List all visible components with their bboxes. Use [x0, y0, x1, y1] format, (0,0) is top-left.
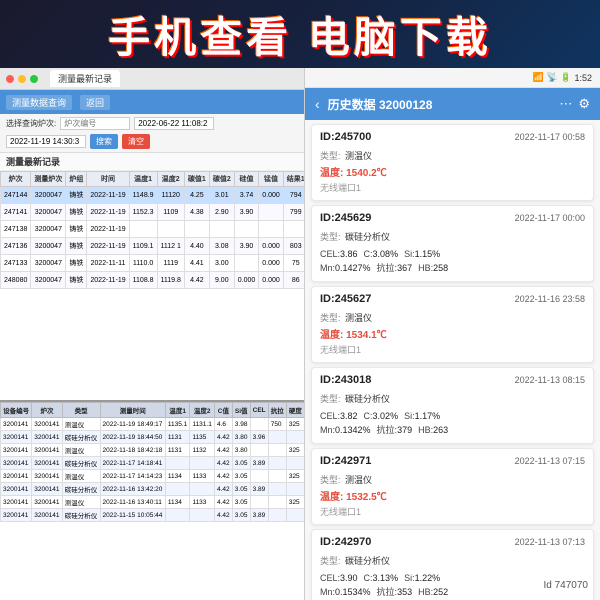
- record-date: 2022-11-16 23:58: [515, 294, 585, 304]
- status-time: 1:52: [574, 73, 592, 83]
- table-row: 32001413200141测温仪 2022-11-18 18:42:18 11…: [1, 444, 305, 457]
- main-content: 测量最新记录 测量数据查询 返回 选择查询炉次: 搜索 清空 测量最新记录 炉次: [0, 68, 600, 600]
- pc-filter-row: 选择查询炉次: 搜索 清空: [0, 114, 304, 153]
- pc-topbar: 测量最新记录: [0, 68, 304, 90]
- col-header-group: 炉组: [66, 172, 87, 187]
- table-row: 32001413200141碳硅分析仪 2022-11-16 13:42:20 …: [1, 483, 305, 496]
- table-row: 32001413200141测温仪 2022-11-19 18:49:17 11…: [1, 418, 305, 431]
- col-header-r1: 结果1: [283, 172, 304, 187]
- pc-section-title: 测量最新记录: [0, 153, 304, 171]
- filter-input-furnace[interactable]: [60, 117, 130, 130]
- record-date: 2022-11-17 00:58: [515, 132, 585, 142]
- port-label: 无线端口1: [320, 505, 585, 518]
- record-id: ID:242970: [320, 536, 371, 548]
- table-row: 32001413200141碳硅分析仪 2022-11-15 10:05:44 …: [1, 509, 305, 522]
- col-header-c1: 碳值1: [184, 172, 209, 187]
- col-header-luci: 炉次: [1, 172, 31, 187]
- col-header-mn: 锰值: [259, 172, 284, 187]
- table-row: 248080 3200047 铸铁 2022-11-19 1108.8 1119…: [1, 272, 305, 289]
- window-maximize-dot[interactable]: [30, 75, 38, 83]
- port-label: 无线端口1: [320, 343, 585, 356]
- back-button[interactable]: ‹: [315, 96, 320, 112]
- table-row: 247141 3200047 铸铁 2022-11-19 1152.3 1109…: [1, 204, 305, 221]
- mobile-status-bar: 📶 📡 🔋 1:52: [305, 68, 600, 88]
- table-row: 32001413200141测温仪 2022-11-16 13:40:11 11…: [1, 496, 305, 509]
- pc-detail-table: 设备编号 炉次 类型 测量时间 温度1 温度2 C值 Si值 CEL 抗拉 硬度: [0, 402, 305, 522]
- type-value: 测温仪: [345, 151, 372, 161]
- col-header-furnace: 测量炉次: [31, 172, 66, 187]
- pc-tab-label[interactable]: 测量最新记录: [50, 70, 120, 87]
- port-label: 无线端口1: [320, 181, 585, 194]
- mobile-record-245629[interactable]: ID:245629 2022-11-17 00:00 类型: 碳硅分析仪 CEL…: [311, 205, 594, 282]
- record-id: ID:245629: [320, 212, 371, 224]
- record-id: ID:245627: [320, 293, 371, 305]
- status-icons: 📶 📡 🔋: [533, 72, 572, 83]
- temp-value: 温度: 1532.5℃: [320, 488, 585, 503]
- pc-nav-btn-back[interactable]: 返回: [80, 95, 110, 110]
- record-date: 2022-11-13 08:15: [515, 375, 585, 385]
- pc-main-table: 炉次 测量炉次 炉组 时间 温度1 温度2 碳值1 碳值2 硅值 锰值 结果1 …: [0, 171, 304, 289]
- mobile-title: 历史数据 32000128: [328, 96, 433, 113]
- mobile-record-245700[interactable]: ID:245700 2022-11-17 00:58 类型: 测温仪 温度: 1…: [311, 124, 594, 201]
- col-header-si: 硅值: [234, 172, 259, 187]
- record-date: 2022-11-13 07:15: [515, 456, 585, 466]
- table-row: 32001413200141测温仪 2022-11-17 14:14:23 11…: [1, 470, 305, 483]
- col-header-temp2: 温度2: [157, 172, 184, 187]
- mobile-screenshot: 📶 📡 🔋 1:52 ‹ 历史数据 32000128 ⋯ ⚙ ID:245700…: [305, 68, 600, 600]
- footer-id-label: Id 747070: [540, 579, 593, 592]
- record-date: 2022-11-17 00:00: [515, 213, 585, 223]
- menu-icon[interactable]: ⋯: [559, 96, 572, 112]
- mobile-record-245627[interactable]: ID:245627 2022-11-16 23:58 类型: 测温仪 温度: 1…: [311, 286, 594, 363]
- window-close-dot[interactable]: [6, 75, 14, 83]
- table-row: 247144 3200047 铸铁 2022-11-19 1148.9 1112…: [1, 187, 305, 204]
- filter-label-furnace: 选择查询炉次:: [6, 118, 56, 129]
- banner-text: 手机查看 电脑下载: [108, 4, 492, 65]
- col-header-temp1: 温度1: [129, 172, 157, 187]
- table-row: 32001413200141碳硅分析仪 2022-11-17 14:18:41 …: [1, 457, 305, 470]
- type-label: 类型:: [320, 151, 341, 161]
- settings-icon[interactable]: ⚙: [578, 96, 590, 112]
- mobile-header: ‹ 历史数据 32000128 ⋯ ⚙: [305, 88, 600, 120]
- pc-nav-btn-query[interactable]: 测量数据查询: [6, 95, 72, 110]
- record-id: ID:242971: [320, 455, 371, 467]
- col-header-c2: 碳值2: [209, 172, 234, 187]
- temp-value: 温度: 1534.1℃: [320, 326, 585, 341]
- search-button[interactable]: 搜索: [90, 134, 118, 149]
- mobile-record-list: ID:245700 2022-11-17 00:58 类型: 测温仪 温度: 1…: [305, 120, 600, 600]
- filter-date-end[interactable]: [6, 135, 86, 148]
- window-minimize-dot[interactable]: [18, 75, 26, 83]
- col-header-date: 时间: [87, 172, 129, 187]
- mobile-record-243018[interactable]: ID:243018 2022-11-13 08:15 类型: 碳硅分析仪 CEL…: [311, 367, 594, 444]
- pc-navbar: 测量数据查询 返回: [0, 90, 304, 114]
- pc-bottom-table-section: 设备编号 炉次 类型 测量时间 温度1 温度2 C值 Si值 CEL 抗拉 硬度: [0, 400, 305, 600]
- record-id: ID:245700: [320, 131, 371, 143]
- table-row: 32001413200141碳硅分析仪 2022-11-19 18:44:50 …: [1, 431, 305, 444]
- top-banner: 手机查看 电脑下载: [0, 0, 600, 68]
- table-row: 247133 3200047 铸铁 2022-11-11 1110.0 1119…: [1, 255, 305, 272]
- clear-button[interactable]: 清空: [122, 134, 150, 149]
- mobile-header-icons: ⋯ ⚙: [559, 96, 590, 112]
- mobile-record-242971[interactable]: ID:242971 2022-11-13 07:15 类型: 测温仪 温度: 1…: [311, 448, 594, 525]
- table-row: 247136 3200047 铸铁 2022-11-19 1109.1 1112…: [1, 238, 305, 255]
- record-date: 2022-11-13 07:13: [515, 537, 585, 547]
- pc-screenshot: 测量最新记录 测量数据查询 返回 选择查询炉次: 搜索 清空 测量最新记录 炉次: [0, 68, 305, 600]
- filter-date-start[interactable]: [134, 117, 214, 130]
- temp-value: 温度: 1540.2℃: [320, 164, 585, 179]
- table-row: 247138 3200047 铸铁 2022-11-19 1307.5 详情: [1, 221, 305, 238]
- record-id: ID:243018: [320, 374, 371, 386]
